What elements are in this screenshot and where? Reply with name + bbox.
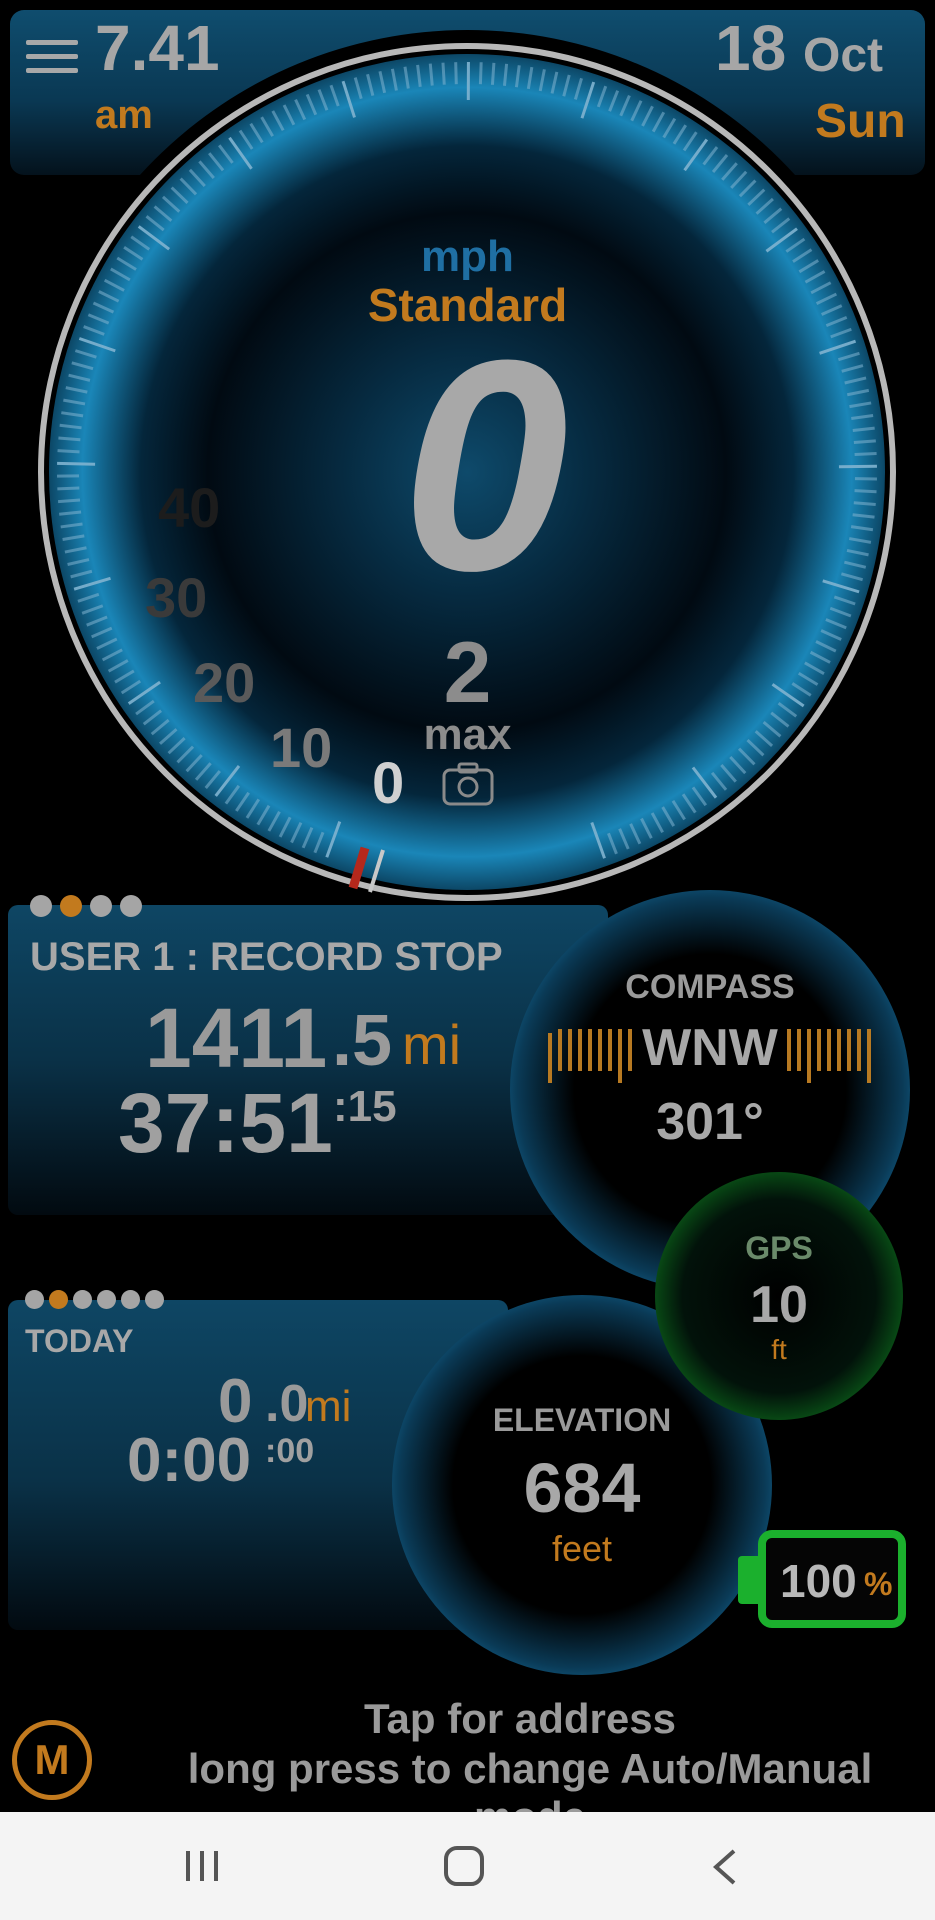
page-dot bbox=[120, 895, 142, 917]
dial-tick bbox=[57, 486, 80, 491]
clock-time: 7.41 bbox=[95, 12, 220, 84]
dial-tick bbox=[838, 464, 877, 469]
dial-tick bbox=[454, 62, 458, 85]
page-dot-active bbox=[49, 1290, 68, 1309]
battery-percent-sign: % bbox=[864, 1566, 893, 1602]
date-month: Oct bbox=[803, 29, 884, 82]
dial-tick bbox=[854, 489, 877, 494]
trip-title: USER 1 : RECORD STOP bbox=[30, 935, 503, 979]
dial-tick bbox=[853, 439, 876, 444]
page-dot bbox=[73, 1290, 92, 1309]
page-dot-active bbox=[60, 895, 82, 917]
gps-accuracy-unit: ft bbox=[771, 1334, 787, 1365]
page-dot bbox=[90, 895, 112, 917]
gps-label: GPS bbox=[745, 1230, 813, 1266]
date-weekday: Sun bbox=[815, 95, 906, 148]
dial-tick bbox=[490, 62, 496, 85]
speed-unit: mph bbox=[421, 232, 514, 281]
page-dot bbox=[30, 895, 52, 917]
dial-tick bbox=[57, 449, 80, 454]
clock-ampm: am bbox=[95, 93, 153, 137]
mode-button[interactable]: M bbox=[12, 1720, 92, 1800]
camera-icon[interactable] bbox=[442, 762, 494, 806]
dial-tick bbox=[502, 63, 509, 86]
scale-label-0: 0 bbox=[372, 751, 405, 816]
elevation-value: 684 bbox=[523, 1449, 641, 1527]
date-day: 18 bbox=[715, 12, 787, 84]
page-dot bbox=[97, 1290, 116, 1309]
today-distance-decimal: .0 bbox=[265, 1375, 309, 1433]
elevation-unit: feet bbox=[551, 1528, 613, 1569]
menu-icon[interactable] bbox=[26, 40, 78, 76]
trip-page-indicator bbox=[30, 895, 142, 917]
trip-distance-decimal: .5 bbox=[332, 1001, 393, 1081]
today-page-indicator bbox=[25, 1290, 164, 1309]
compass-label: COMPASS bbox=[625, 968, 795, 1006]
address-hint[interactable]: Tap for address bbox=[100, 1695, 935, 1743]
recents-icon[interactable] bbox=[182, 1849, 222, 1883]
max-speed-value: 2 bbox=[443, 625, 492, 721]
dial-tick bbox=[57, 498, 81, 504]
trip-time: 37:51 bbox=[118, 1076, 333, 1170]
elevation-label: ELEVATION bbox=[492, 1402, 672, 1438]
current-speed: 0 bbox=[401, 297, 569, 633]
today-title: TODAY bbox=[25, 1323, 134, 1359]
today-distance-unit: mi bbox=[305, 1382, 352, 1431]
trip-distance: 1411 bbox=[145, 991, 328, 1085]
dial-tick bbox=[853, 501, 876, 506]
battery-level: 100 bbox=[780, 1555, 857, 1607]
dial-tick bbox=[57, 461, 96, 466]
dial-tick bbox=[58, 436, 81, 442]
today-time: 0:00 bbox=[127, 1426, 252, 1495]
page-dot bbox=[121, 1290, 140, 1309]
page-dot bbox=[145, 1290, 164, 1309]
home-icon[interactable] bbox=[443, 1845, 485, 1887]
trip-time-seconds: :15 bbox=[333, 1082, 397, 1131]
trip-distance-unit: mi bbox=[402, 1013, 462, 1076]
battery-icon bbox=[738, 1556, 760, 1604]
dial-tick bbox=[441, 62, 446, 85]
scale-label-30: 30 bbox=[145, 566, 208, 629]
compass-direction: WNW bbox=[642, 1019, 778, 1077]
max-speed-label: max bbox=[423, 710, 512, 759]
page-dot bbox=[25, 1290, 44, 1309]
dial-tick bbox=[478, 62, 483, 85]
dial-tick bbox=[428, 63, 434, 86]
back-icon[interactable] bbox=[708, 1848, 742, 1886]
compass-degrees: 301° bbox=[656, 1093, 764, 1151]
today-time-seconds: :00 bbox=[265, 1432, 315, 1470]
scale-label-40: 40 bbox=[158, 476, 221, 539]
gps-accuracy-value: 10 bbox=[750, 1276, 808, 1334]
dial-tick bbox=[854, 452, 877, 457]
